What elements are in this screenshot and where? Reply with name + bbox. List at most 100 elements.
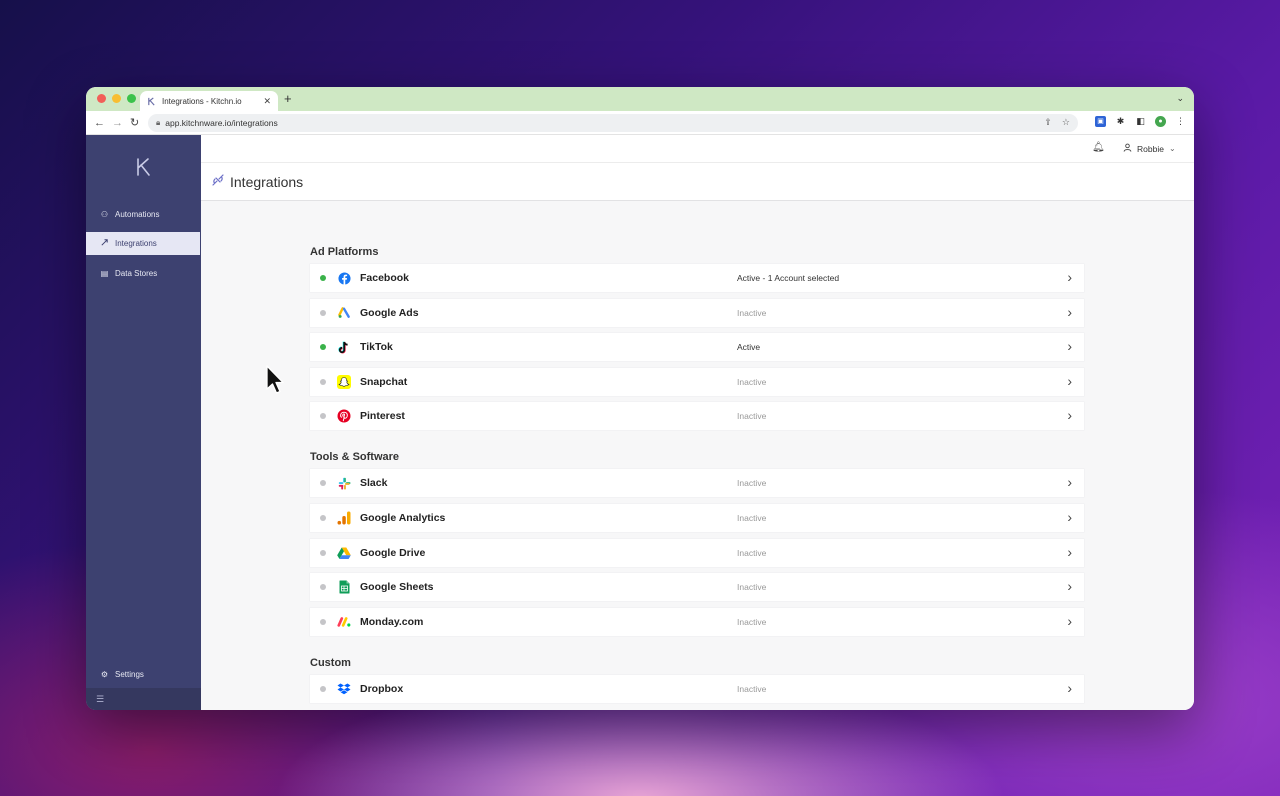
sidebar-collapse-bar[interactable]: ☰ [86,688,201,710]
main-area: 🔔︎ Robbie ⌄ Integrations Ad Platforms Fac… [201,135,1194,710]
integration-row-pinterest[interactable]: Pinterest Inactive › [310,402,1084,431]
kitchn-favicon-icon [147,96,156,106]
integration-row-facebook[interactable]: Facebook Active - 1 Account selected › [310,264,1084,292]
tab-list-chevron-icon[interactable]: ⌄ [1176,93,1184,104]
close-window-button[interactable] [97,94,106,103]
puzzle-extensions-icon[interactable]: ✱ [1115,116,1126,127]
forward-icon[interactable]: → [112,116,123,130]
integration-row-dropbox[interactable]: Dropbox Inactive › [310,674,1084,703]
share-icon[interactable]: ⇪ [1044,117,1052,128]
integration-name: Google Analytics [360,511,446,524]
integration-name: Facebook [360,272,410,284]
maximize-window-button[interactable] [127,94,136,103]
integration-status: Inactive [737,547,767,558]
browser-tab[interactable]: Integrations - Kitchn.io ✕ [140,91,278,111]
integration-name: Monday.com [360,615,424,628]
app: ⚇ Automations Integrations ▤ Data Stores… [86,135,1194,710]
chevron-right-icon[interactable]: › [1067,578,1072,594]
sidebar-item-settings[interactable]: ⚙ Settings [86,663,200,686]
status-dot [320,584,326,591]
gear-icon: ⚙ [100,670,109,679]
chevron-right-icon[interactable]: › [1067,544,1072,560]
integration-status: Inactive [737,512,767,523]
integration-row-google-sheets[interactable]: Google Sheets Inactive › [310,573,1084,602]
tab-close-icon[interactable]: ✕ [263,96,271,107]
google-drive-icon [337,546,351,560]
sidebar-item-data-stores[interactable]: ▤ Data Stores [86,262,200,285]
integration-status: Inactive [737,683,767,694]
integration-name: Snapchat [360,375,408,388]
section-title: Tools & Software [310,451,400,464]
user-menu[interactable]: Robbie ⌄ [1123,143,1176,154]
google-analytics-icon [337,511,351,525]
kebab-menu-icon[interactable]: ⋮ [1175,116,1186,127]
integration-row-snapchat[interactable]: Snapchat Inactive › [310,367,1084,396]
integration-name: TikTok [360,341,393,354]
integration-row-google-drive[interactable]: Google Drive Inactive › [310,538,1084,567]
sidebar-item-integrations[interactable]: Integrations [86,232,200,255]
sidebar-item-automations[interactable]: ⚇ Automations [86,203,200,226]
integration-row-google-ads[interactable]: Google Ads Inactive › [310,298,1084,327]
integration-name: Google Drive [360,546,426,559]
bookmark-star-icon[interactable]: ☆ [1062,117,1070,128]
integration-name: Slack [360,477,388,490]
integration-status: Active [737,342,761,353]
status-dot [320,344,326,351]
lock-icon: 🔒︎ [156,118,161,127]
chevron-right-icon[interactable]: › [1067,613,1072,629]
chevron-right-icon[interactable]: › [1067,474,1072,490]
integrations-list: Ad Platforms Facebook Active - 1 Account s… [310,201,1084,709]
status-dot [320,275,326,281]
minimize-window-button[interactable] [112,94,121,103]
side-panel-icon[interactable]: ◧ [1135,116,1146,127]
integrations-icon [211,173,225,190]
tab-title: Integrations - Kitchn.io [162,96,242,106]
chevron-right-icon[interactable]: › [1067,680,1072,696]
profile-avatar-icon[interactable]: ● [1155,116,1166,127]
integrations-icon [100,238,109,249]
back-icon[interactable]: ← [94,116,105,130]
integration-name: Google Sheets [360,581,434,594]
status-dot [320,549,326,556]
sidebar-item-label: Integrations [115,239,157,248]
sidebar-item-label: Data Stores [115,269,158,278]
chevron-right-icon[interactable]: › [1067,407,1072,423]
database-icon: ▤ [100,269,109,278]
chevron-right-icon[interactable]: › [1067,269,1072,285]
chevron-right-icon[interactable]: › [1067,509,1072,525]
collapse-sidebar-icon[interactable]: ☰ [96,694,104,705]
status-dot [320,378,326,385]
omnibox-actions: ⇪ ☆ [1044,117,1070,128]
browser-toolbar: ← → ↻ 🔒︎ app.kitchnware.io/integrations … [86,111,1194,135]
automations-icon: ⚇ [100,210,109,219]
mouse-cursor-icon [266,365,284,394]
sidebar-item-label: Automations [115,210,160,219]
tiktok-icon [337,340,351,354]
reload-icon[interactable]: ↻ [130,116,139,130]
user-name: Robbie [1137,143,1164,154]
extension-badge-icon[interactable]: ▣ [1095,116,1106,127]
kitchn-logo-icon[interactable] [135,157,152,177]
integration-row-tiktok[interactable]: TikTok Active › [310,333,1084,362]
integration-row-monday-com[interactable]: Monday.com Inactive › [310,607,1084,636]
section-title: Ad Platforms [310,246,379,258]
top-bar: 🔔︎ Robbie ⌄ [201,135,1194,163]
new-tab-icon[interactable]: + [284,92,292,106]
integration-status: Inactive [737,478,767,489]
integration-row-google-analytics[interactable]: Google Analytics Inactive › [310,503,1084,532]
chevron-right-icon[interactable]: › [1067,304,1072,320]
google-ads-icon [337,306,351,320]
integration-status: Inactive [737,582,767,593]
status-dot [320,413,326,420]
integration-status: Active - 1 Account selected [737,273,840,283]
integration-row-slack[interactable]: Slack Inactive › [310,469,1084,498]
chevron-right-icon[interactable]: › [1067,373,1072,389]
facebook-icon [337,271,351,285]
bell-icon[interactable]: 🔔︎ [1092,142,1105,153]
chevron-right-icon[interactable]: › [1067,338,1072,354]
sidebar: ⚇ Automations Integrations ▤ Data Stores… [86,135,201,710]
integration-status: Inactive [737,616,767,627]
pinterest-icon [337,409,351,423]
address-bar[interactable]: 🔒︎ app.kitchnware.io/integrations ⇪ ☆ [148,114,1078,132]
page-header: Integrations [201,163,1194,201]
